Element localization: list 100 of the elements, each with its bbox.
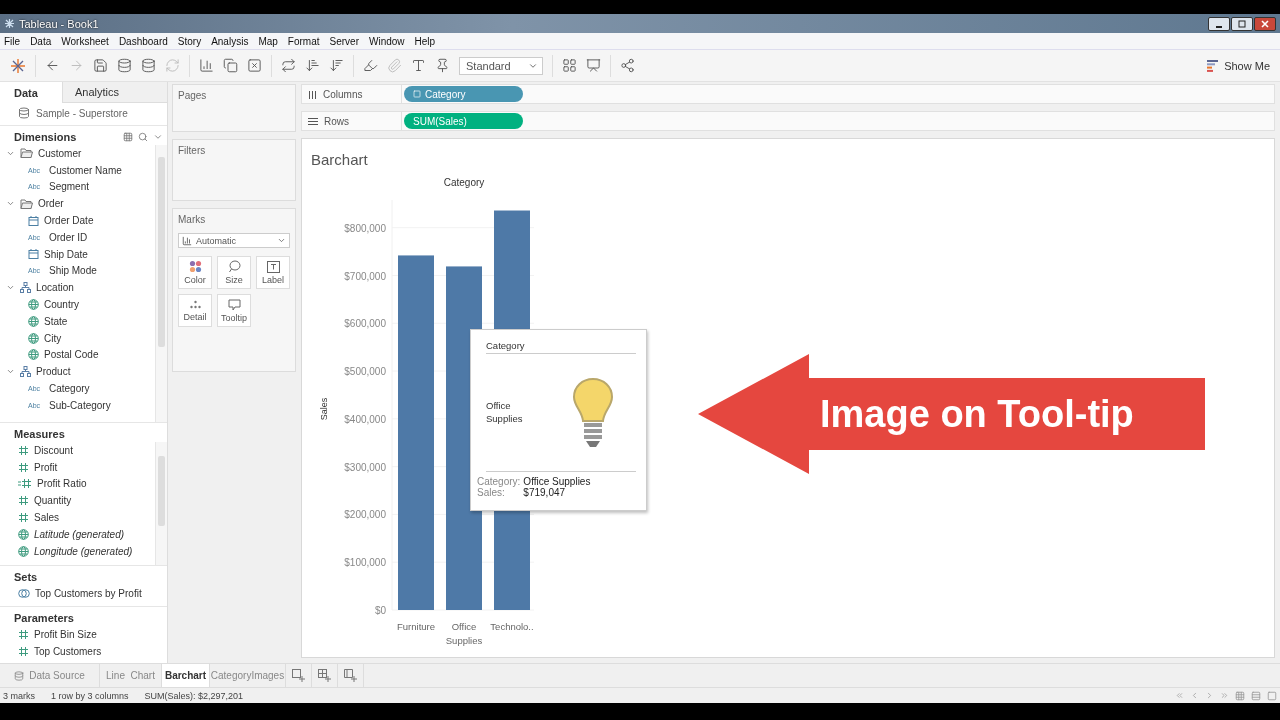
axis-tick-label: $0 bbox=[374, 605, 386, 616]
tooltip-field-value: Office Supplies bbox=[523, 476, 592, 487]
field-item[interactable]: State bbox=[44, 315, 68, 327]
section-title: Measures bbox=[14, 428, 65, 440]
field-item[interactable]: Profit Bin Size bbox=[34, 628, 97, 640]
database-icon[interactable] bbox=[141, 58, 156, 73]
hash-icon bbox=[18, 461, 29, 473]
globe-icon bbox=[18, 528, 29, 540]
back-arrow-icon[interactable] bbox=[45, 58, 60, 73]
pin-icon[interactable] bbox=[435, 58, 450, 73]
list-view-icon[interactable] bbox=[1251, 690, 1261, 701]
mark-button[interactable]: Label bbox=[256, 256, 290, 289]
minimize-button[interactable] bbox=[1208, 16, 1230, 31]
database-icon bbox=[14, 670, 25, 681]
lasso-icon bbox=[227, 260, 241, 273]
text-icon[interactable] bbox=[411, 58, 426, 73]
card-title: Marks bbox=[178, 214, 207, 225]
data-source-name[interactable]: Sample - Superstore bbox=[36, 107, 128, 119]
clear-icon[interactable] bbox=[247, 58, 262, 73]
folder-label[interactable]: Location bbox=[36, 282, 74, 294]
sort-ascending-icon[interactable] bbox=[305, 58, 320, 73]
search-icon[interactable] bbox=[138, 132, 148, 142]
menu-item[interactable]: Analysis bbox=[211, 35, 249, 47]
menu-item[interactable]: Server bbox=[329, 35, 359, 47]
field-item[interactable]: Segment bbox=[49, 181, 90, 193]
database-icon bbox=[18, 107, 30, 119]
menu-item[interactable]: Worksheet bbox=[61, 35, 109, 47]
tooltip-field-name: Sales: bbox=[477, 487, 505, 498]
new-dashboard-icon bbox=[318, 669, 331, 682]
field-item[interactable]: Ship Mode bbox=[49, 265, 97, 277]
tooltip-field-value: $719,047 bbox=[523, 487, 566, 498]
field-item[interactable]: Order ID bbox=[49, 231, 88, 243]
field-item[interactable]: Country bbox=[44, 299, 79, 311]
cards-icon[interactable] bbox=[562, 58, 577, 73]
tooltip-label: Office Supplies bbox=[486, 400, 524, 425]
field-item[interactable]: Customer Name bbox=[49, 164, 122, 176]
field-item[interactable]: Profit Ratio bbox=[37, 478, 87, 490]
caret-icon[interactable] bbox=[153, 132, 163, 142]
sort-descending-icon[interactable] bbox=[329, 58, 344, 73]
menu-item[interactable]: Data bbox=[30, 35, 52, 47]
single-view-icon[interactable] bbox=[1267, 690, 1277, 701]
highlighter-icon[interactable] bbox=[363, 58, 378, 73]
menu-item[interactable]: Story bbox=[177, 35, 202, 47]
fit-dropdown[interactable]: Standard bbox=[459, 56, 543, 75]
hash-icon bbox=[18, 628, 29, 640]
mark-button[interactable]: Tooltip bbox=[217, 294, 251, 327]
field-item[interactable]: Top Customers bbox=[34, 645, 102, 657]
grid-view-icon[interactable] bbox=[1235, 690, 1245, 701]
category-label: Furniture bbox=[397, 621, 435, 632]
folder-label[interactable]: Product bbox=[36, 366, 71, 378]
close-button[interactable] bbox=[1254, 16, 1276, 31]
field-item[interactable]: Category bbox=[49, 383, 90, 395]
show-me-button[interactable]: Show Me bbox=[1207, 59, 1270, 72]
field-item[interactable]: Latitude (generated) bbox=[34, 528, 125, 540]
new-story-icon bbox=[344, 669, 357, 682]
mark-button[interactable]: Color bbox=[178, 256, 212, 289]
mark-type-dropdown[interactable]: Automatic bbox=[178, 233, 290, 248]
swap-icon[interactable] bbox=[281, 58, 296, 73]
menu-item[interactable]: Format bbox=[287, 35, 320, 47]
presentation-icon[interactable] bbox=[586, 58, 601, 73]
new-chart-icon[interactable] bbox=[199, 58, 214, 73]
field-item[interactable]: Discount bbox=[34, 444, 73, 456]
field-item[interactable]: Sales bbox=[34, 512, 59, 524]
folder-label[interactable]: Customer bbox=[38, 147, 82, 159]
field-item[interactable]: Order Date bbox=[44, 215, 94, 227]
rows-icon bbox=[308, 116, 318, 126]
paperclip-icon[interactable] bbox=[387, 58, 402, 73]
app-logo-icon[interactable] bbox=[10, 57, 26, 74]
save-icon[interactable] bbox=[93, 58, 108, 73]
field-item[interactable]: Ship Date bbox=[44, 248, 88, 260]
menu-item[interactable]: File bbox=[4, 35, 21, 47]
new-worksheet-icon bbox=[292, 669, 305, 682]
status-text: SUM(Sales): $2,297,201 bbox=[144, 690, 244, 701]
globe-icon bbox=[28, 299, 39, 311]
field-item[interactable]: City bbox=[44, 332, 62, 344]
database-icon[interactable] bbox=[117, 58, 132, 73]
field-item[interactable]: Profit bbox=[34, 461, 58, 473]
axis-tick-label: $400,000 bbox=[344, 413, 386, 425]
mark-button[interactable]: Detail bbox=[178, 294, 212, 327]
duplicate-icon[interactable] bbox=[223, 58, 238, 73]
scrollbar[interactable] bbox=[155, 442, 167, 565]
calculated-hash-icon bbox=[18, 478, 32, 490]
app-logo-icon bbox=[4, 18, 15, 29]
field-item[interactable]: Quantity bbox=[34, 495, 72, 507]
field-item[interactable]: Sub-Category bbox=[49, 399, 111, 411]
menu-item[interactable]: Map bbox=[258, 35, 278, 47]
folder-label[interactable]: Order bbox=[38, 198, 64, 210]
mark-button[interactable]: Size bbox=[217, 256, 251, 289]
field-item[interactable]: Longitude (generated) bbox=[34, 545, 133, 557]
menu-item[interactable]: Window bbox=[368, 35, 405, 47]
menu-item[interactable]: Dashboard bbox=[118, 35, 168, 47]
field-item[interactable]: Postal Code bbox=[44, 349, 99, 361]
pane-tab[interactable]: Analytics bbox=[62, 82, 167, 103]
scrollbar[interactable] bbox=[155, 145, 167, 422]
grid-icon[interactable] bbox=[123, 132, 133, 142]
maximize-button[interactable] bbox=[1231, 16, 1253, 31]
sheet-tab[interactable]: Barchart bbox=[162, 664, 210, 687]
share-icon[interactable] bbox=[620, 58, 635, 73]
field-item[interactable]: Top Customers by Profit bbox=[35, 587, 142, 599]
menu-item[interactable]: Help bbox=[414, 35, 436, 47]
